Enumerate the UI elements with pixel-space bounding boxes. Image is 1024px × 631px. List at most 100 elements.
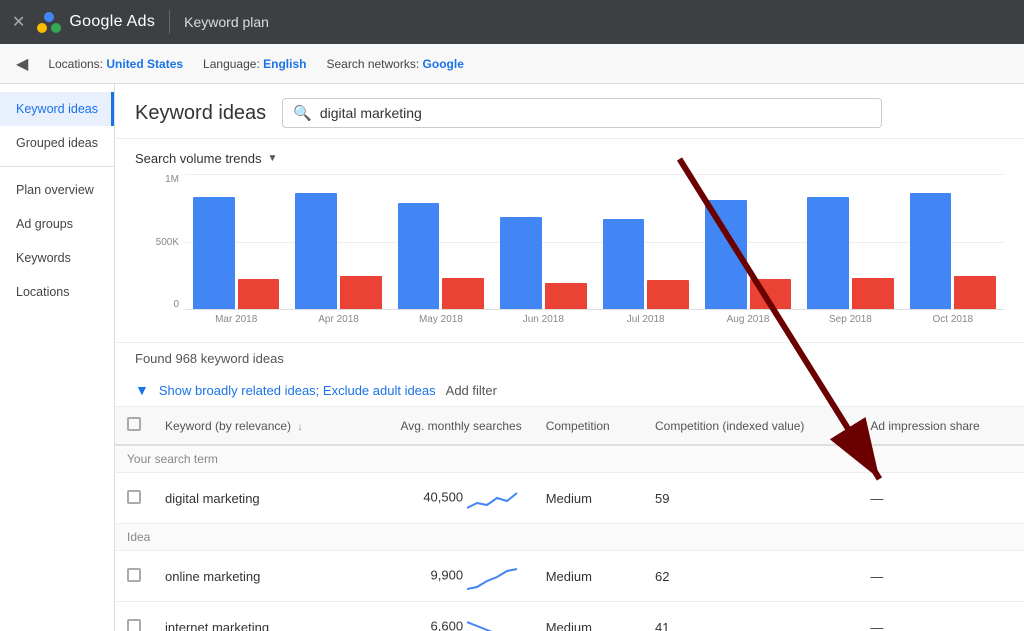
competition-cell: Medium: [534, 551, 643, 602]
nav-divider: [169, 10, 170, 34]
sparkline-icon: [467, 483, 522, 513]
row-checkbox[interactable]: [127, 619, 141, 631]
back-button[interactable]: ◀: [16, 54, 28, 74]
chart-section: Search volume trends ▼ 1M 500K 0: [115, 139, 1024, 342]
y-axis-labels: 1M 500K 0: [135, 174, 179, 310]
th-avg-monthly: Avg. monthly searches: [353, 407, 533, 445]
month-label: Apr 2018: [287, 310, 389, 325]
th-competition: Competition: [534, 407, 643, 445]
row-checkbox-cell[interactable]: [115, 602, 153, 631]
th-competition-indexed: Competition (indexed value): [643, 407, 858, 445]
ad-impression-cell: —: [858, 551, 1024, 602]
keyword-table: Keyword (by relevance) ↓ Avg. monthly se…: [115, 407, 1024, 631]
table-header-row: Keyword (by relevance) ↓ Avg. monthly se…: [115, 407, 1024, 445]
close-button[interactable]: ✕: [12, 12, 25, 32]
app-logo: Google Ads: [35, 8, 155, 36]
row-checkbox[interactable]: [127, 568, 141, 582]
month-labels: Mar 2018Apr 2018May 2018Jun 2018Jul 2018…: [185, 310, 1004, 325]
bar-red: [750, 279, 792, 309]
bar-red: [442, 278, 484, 309]
comp-indexed-cell: 41: [643, 602, 858, 631]
month-label: Oct 2018: [902, 310, 1004, 325]
month-label: Aug 2018: [697, 310, 799, 325]
table-section-label: Your search term: [115, 445, 1024, 473]
sidebar: Keyword ideas Grouped ideas Plan overvie…: [0, 84, 115, 631]
main-layout: Keyword ideas Grouped ideas Plan overvie…: [0, 84, 1024, 631]
bar-red: [238, 279, 280, 309]
filter-icon: ▼: [135, 382, 149, 398]
top-nav: ✕ Google Ads Keyword plan: [0, 0, 1024, 44]
add-filter-link[interactable]: Add filter: [446, 383, 497, 398]
bar-blue: [500, 217, 542, 309]
filter-row: ▼ Show broadly related ideas; Exclude ad…: [115, 374, 1024, 407]
header-checkbox-cell[interactable]: [115, 407, 153, 445]
sidebar-divider: [0, 166, 114, 167]
table-row: internet marketing 6,600 Medium 41 —: [115, 602, 1024, 631]
google-ads-logo-icon: [35, 8, 63, 36]
month-group: [390, 174, 492, 309]
bar-blue: [295, 193, 337, 309]
bar-red: [545, 283, 587, 309]
row-checkbox-cell[interactable]: [115, 473, 153, 524]
month-label: Jun 2018: [492, 310, 594, 325]
th-ad-impression: Ad impression share: [858, 407, 1024, 445]
main-content: Keyword ideas 🔍 Search volume trends ▼ 1…: [115, 84, 1024, 631]
y-label-1m: 1M: [135, 174, 179, 185]
avg-monthly-cell: 6,600: [353, 602, 533, 631]
select-all-checkbox[interactable]: [127, 417, 141, 431]
chevron-down-icon: ▼: [267, 153, 277, 164]
row-checkbox-cell[interactable]: [115, 551, 153, 602]
found-keywords: Found 968 keyword ideas: [115, 342, 1024, 374]
month-group: [287, 174, 389, 309]
y-label-0: 0: [135, 299, 179, 310]
search-input[interactable]: [320, 105, 871, 121]
bar-red: [852, 278, 894, 309]
month-group: [697, 174, 799, 309]
month-group: [799, 174, 901, 309]
month-group: [185, 174, 287, 309]
bar-red: [340, 276, 382, 309]
keyword-cell: online marketing: [153, 551, 353, 602]
bar-red: [954, 276, 996, 309]
sidebar-item-keywords[interactable]: Keywords: [0, 241, 114, 275]
y-label-500k: 500K: [135, 237, 179, 248]
ad-impression-cell: —: [858, 602, 1024, 631]
sidebar-item-keyword-ideas[interactable]: Keyword ideas: [0, 92, 114, 126]
bar-blue: [807, 197, 849, 309]
bar-blue: [603, 219, 645, 309]
filter-link[interactable]: Show broadly related ideas; Exclude adul…: [159, 383, 436, 398]
month-label: Sep 2018: [799, 310, 901, 325]
chart-title-row[interactable]: Search volume trends ▼: [135, 151, 1004, 166]
sort-icon[interactable]: ↓: [297, 422, 302, 433]
keyword-cell: digital marketing: [153, 473, 353, 524]
sidebar-item-locations[interactable]: Locations: [0, 275, 114, 309]
sidebar-item-plan-overview[interactable]: Plan overview: [0, 173, 114, 207]
bar-blue: [398, 203, 440, 309]
month-group: [492, 174, 594, 309]
chart-title: Search volume trends: [135, 151, 261, 166]
competition-cell: Medium: [534, 473, 643, 524]
sidebar-item-grouped-ideas[interactable]: Grouped ideas: [0, 126, 114, 160]
sidebar-item-ad-groups[interactable]: Ad groups: [0, 207, 114, 241]
month-group: [595, 174, 697, 309]
keyword-cell: internet marketing: [153, 602, 353, 631]
bar-red: [647, 280, 689, 309]
language-label: Language: English: [203, 57, 306, 71]
bar-blue: [910, 193, 952, 309]
month-group: [902, 174, 1004, 309]
month-label: Jul 2018: [595, 310, 697, 325]
row-checkbox[interactable]: [127, 490, 141, 504]
month-label: May 2018: [390, 310, 492, 325]
app-name: Google Ads: [69, 13, 155, 31]
table-section-label: Idea: [115, 524, 1024, 551]
keyword-ideas-header: Keyword ideas 🔍: [115, 84, 1024, 139]
competition-cell: Medium: [534, 602, 643, 631]
avg-monthly-cell: 9,900: [353, 551, 533, 602]
page-name: Keyword plan: [184, 14, 269, 30]
search-icon: 🔍: [293, 104, 312, 122]
page-title: Keyword ideas: [135, 102, 266, 125]
table-row: digital marketing 40,500 Medium 59 —: [115, 473, 1024, 524]
table-row: online marketing 9,900 Medium 62 —: [115, 551, 1024, 602]
comp-indexed-cell: 59: [643, 473, 858, 524]
search-box[interactable]: 🔍: [282, 98, 882, 128]
